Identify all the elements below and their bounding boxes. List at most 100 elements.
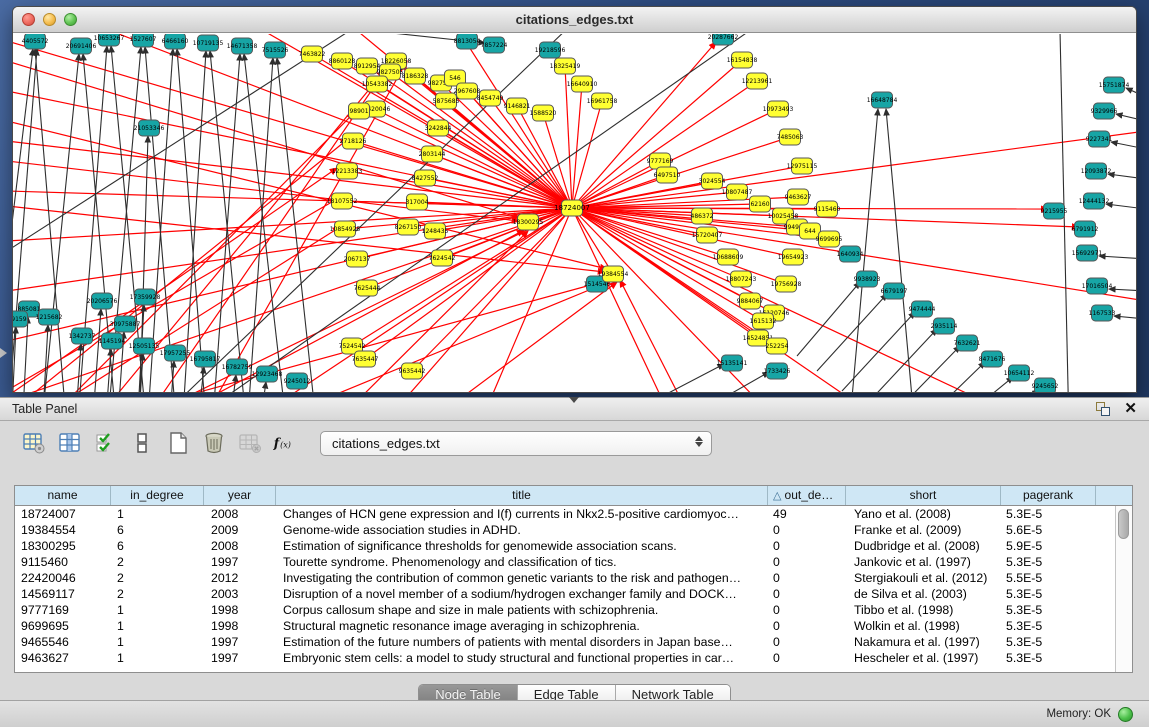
delete-table-icon[interactable] bbox=[236, 430, 263, 457]
graph-edge[interactable] bbox=[182, 51, 206, 393]
graph-edge[interactable] bbox=[1109, 289, 1136, 291]
graph-edge[interactable] bbox=[352, 208, 572, 346]
table-row[interactable]: 1938455462009Genome-wide association stu… bbox=[15, 522, 1115, 538]
table-row[interactable]: 1872400712008Changes of HCN gene express… bbox=[15, 506, 1115, 522]
graph-edge[interactable] bbox=[1116, 114, 1136, 121]
cell-in_degree: 1 bbox=[111, 506, 204, 522]
show-columns-icon[interactable] bbox=[56, 430, 83, 457]
graph-edge[interactable] bbox=[817, 294, 887, 371]
graph-node-label: 8813054 bbox=[454, 38, 481, 45]
graph-edge[interactable] bbox=[1111, 142, 1136, 149]
graph-node-label: 1733426 bbox=[764, 368, 791, 375]
graph-node-label: 19384554 bbox=[598, 271, 629, 278]
table-row[interactable]: 1830029562008Estimation of significance … bbox=[15, 538, 1115, 554]
graph-edge[interactable] bbox=[842, 312, 915, 391]
graph-edge[interactable] bbox=[1099, 256, 1136, 259]
graph-edge[interactable] bbox=[1126, 88, 1136, 97]
table-row[interactable]: 1456911722003Disruption of a novel membe… bbox=[15, 586, 1115, 602]
cell-in_degree: 2 bbox=[111, 554, 204, 570]
graph-edge[interactable] bbox=[13, 208, 572, 341]
graph-edge[interactable] bbox=[887, 346, 960, 393]
graph-node-label: 62160 bbox=[750, 201, 769, 208]
cell-pagerank: 5.3E-5 bbox=[1001, 602, 1096, 618]
graph-node-label: 12923468 bbox=[252, 371, 283, 378]
table-row[interactable]: 946362711997Embryonic stem cells: a mode… bbox=[15, 650, 1115, 666]
cell-in_degree: 6 bbox=[111, 522, 204, 538]
graph-node-label: 6679197 bbox=[881, 288, 908, 295]
network-canvas[interactable]: 4405572206914061065326715276076466160107… bbox=[13, 34, 1136, 392]
cell-short: Dudbridge et al. (2008) bbox=[846, 538, 1001, 554]
new-column-icon[interactable] bbox=[164, 430, 191, 457]
column-header-year[interactable]: year bbox=[204, 486, 276, 505]
graph-edge[interactable] bbox=[259, 382, 266, 393]
column-header-out_degree[interactable]: △ out_de… bbox=[768, 486, 846, 505]
table-header-row: namein_degreeyeartitle△ out_de…shortpage… bbox=[15, 486, 1132, 506]
graph-edge[interactable] bbox=[977, 390, 1039, 393]
graph-node-label: 8427552 bbox=[412, 175, 439, 182]
table-row[interactable]: 969969511998Structural magnetic resonanc… bbox=[15, 618, 1115, 634]
cell-year: 1997 bbox=[204, 554, 276, 570]
column-checklist-icon[interactable] bbox=[92, 430, 119, 457]
cell-in_degree: 1 bbox=[111, 634, 204, 650]
graph-edge[interactable] bbox=[1108, 174, 1136, 179]
graph-node-label: 9245652 bbox=[1032, 383, 1059, 390]
vertical-scrollbar[interactable] bbox=[1115, 506, 1132, 672]
graph-edge[interactable] bbox=[1106, 204, 1136, 209]
table-selector-dropdown[interactable]: citations_edges.txt bbox=[320, 431, 712, 456]
graph-node-label: 9146821 bbox=[504, 103, 531, 110]
table-panel-title: Table Panel bbox=[0, 402, 77, 416]
column-header-in_degree[interactable]: in_degree bbox=[111, 486, 204, 505]
graph-edge[interactable] bbox=[912, 362, 985, 393]
cell-out_degree: 0 bbox=[768, 650, 846, 666]
graph-node-label: 10719135 bbox=[193, 40, 224, 47]
graph-node-label: 1215682 bbox=[36, 314, 63, 321]
graph-node-label: 2967608 bbox=[454, 88, 481, 95]
table-rows: 1872400712008Changes of HCN gene express… bbox=[15, 506, 1115, 672]
table-row[interactable]: 2242004622012Investigating the contribut… bbox=[15, 570, 1115, 586]
graph-node-label: 9777169 bbox=[647, 158, 674, 165]
graph-edge[interactable] bbox=[947, 377, 1013, 393]
graph-node-label: 10688609 bbox=[713, 254, 744, 261]
function-builder-icon[interactable]: f(x) bbox=[272, 430, 299, 457]
table-row[interactable]: 977716911998Corpus callosum shape and si… bbox=[15, 602, 1115, 618]
graph-edge[interactable] bbox=[105, 349, 111, 393]
splitter-grip-icon[interactable] bbox=[569, 397, 579, 403]
column-header-pagerank[interactable]: pagerank bbox=[1001, 486, 1096, 505]
table-settings-icon[interactable] bbox=[20, 430, 47, 457]
graph-node-label: 1640934 bbox=[837, 251, 864, 258]
graph-edge[interactable] bbox=[886, 109, 915, 393]
graph-node-label: 7524542 bbox=[339, 343, 366, 350]
graph-edge[interactable] bbox=[13, 49, 37, 393]
column-header-filler bbox=[1096, 486, 1132, 505]
graph-node-label: 486372 bbox=[691, 213, 714, 220]
graph-edge[interactable] bbox=[377, 84, 572, 208]
graph-edge[interactable] bbox=[797, 282, 860, 356]
close-icon[interactable]: ✕ bbox=[1124, 402, 1137, 416]
graph-edge[interactable] bbox=[37, 113, 354, 393]
delete-column-icon[interactable] bbox=[200, 430, 227, 457]
scrollbar-thumb[interactable] bbox=[1118, 509, 1129, 539]
graph-edge[interactable] bbox=[865, 329, 937, 393]
graph-edge[interactable] bbox=[1114, 316, 1136, 319]
column-header-title[interactable]: title bbox=[276, 486, 768, 505]
memory-ok-light-icon bbox=[1118, 707, 1133, 722]
row-mode-icon[interactable] bbox=[128, 430, 155, 457]
svg-text:(x): (x) bbox=[280, 440, 291, 450]
table-row[interactable]: 946554611997Estimation of the future num… bbox=[15, 634, 1115, 650]
graph-edge[interactable] bbox=[212, 54, 240, 393]
graph-edge[interactable] bbox=[657, 364, 724, 393]
graph-node-label: 19218596 bbox=[535, 47, 566, 54]
cell-year: 2003 bbox=[204, 586, 276, 602]
graph-node-label: 7515526 bbox=[262, 47, 289, 54]
cell-name: 9115460 bbox=[15, 554, 111, 570]
column-header-name[interactable]: name bbox=[15, 486, 111, 505]
graph-node-label: 14671358 bbox=[227, 43, 258, 50]
graph-node-label: 7485063 bbox=[777, 134, 804, 141]
cell-short: de Silva et al. (2003) bbox=[846, 586, 1001, 602]
float-window-icon[interactable] bbox=[1096, 402, 1110, 416]
table-row[interactable]: 911546021997Tourette syndrome. Phenomeno… bbox=[15, 554, 1115, 570]
column-header-short[interactable]: short bbox=[846, 486, 1001, 505]
node-table: namein_degreeyeartitle△ out_de…shortpage… bbox=[14, 485, 1133, 673]
graph-node-label: 5875685 bbox=[433, 98, 460, 105]
cell-out_degree: 0 bbox=[768, 538, 846, 554]
